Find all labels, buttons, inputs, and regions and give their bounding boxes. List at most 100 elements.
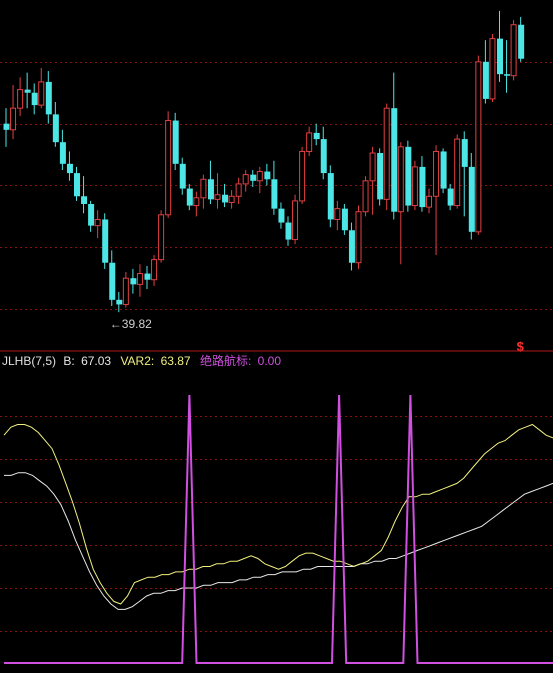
candle-body [151,259,158,281]
b-label: B: [63,354,74,368]
candle [165,111,172,218]
candle-body [235,183,242,197]
candle-body [256,171,263,182]
candle-body [31,92,38,106]
candle [320,126,327,180]
candle [433,145,440,255]
min-price-annotation: ←39.82 [110,317,152,331]
candle-body [362,180,369,213]
candle [391,72,398,220]
candle-body [489,38,496,100]
candle [362,176,369,217]
candle-body [130,278,137,285]
candle-body [17,89,24,109]
candle-body [426,195,432,208]
candle [482,40,489,104]
candle-body [348,230,355,263]
candle [334,200,341,231]
candle [454,134,461,209]
candle [405,140,412,212]
candle-body [38,81,45,106]
candle [264,163,271,186]
candle [461,131,468,217]
candle-body [66,163,73,174]
candle [10,85,17,140]
candle [271,160,278,215]
candle [440,148,447,194]
candle-body [222,194,229,203]
candle-body [74,173,80,197]
candle [130,268,137,294]
candle-body [94,218,101,227]
var2-label: VAR2: [120,354,154,368]
candle [122,272,129,308]
candle [327,165,334,228]
candle-body [355,211,362,264]
candle-body [122,277,129,305]
candle-body [102,219,109,263]
candle-body [59,142,66,164]
candle-body [186,188,193,206]
candle [369,146,376,215]
candle [504,40,511,93]
candle [214,173,221,209]
candle [59,129,66,170]
candle-body [136,273,143,285]
candle-body [440,151,447,189]
candle [235,177,242,204]
candle-body [411,166,418,207]
candle-body [3,123,10,130]
candle [38,68,45,109]
candle-body [81,196,88,204]
beacon-label: 绝路航标: [200,353,251,368]
candle-body [320,139,327,174]
candle-body [482,61,489,99]
candle-body [419,166,426,208]
candle-body [179,163,186,189]
candle [24,72,31,109]
candle [52,102,59,147]
candle [88,200,95,232]
candle-body [391,108,398,212]
candle [17,77,24,116]
candle-body [228,195,235,203]
candle-body [397,146,404,213]
candle-body [468,166,475,232]
candle-body [383,107,390,200]
candle-body [285,222,292,240]
candle-body [497,38,503,75]
candle-body [405,146,412,206]
candle-body [334,208,341,220]
candle-body [10,107,17,131]
candle-body [454,138,461,207]
candlestick-series [3,10,525,313]
candle [207,160,214,204]
candle-body [45,81,52,115]
candle-body [327,173,334,220]
candle-body [475,61,482,233]
candle-body [144,273,151,280]
candle [3,108,10,147]
candle-body [116,299,123,305]
candle-body [447,188,454,206]
candle-body [278,208,285,223]
candle-body [264,171,271,180]
candle [179,157,186,195]
candle [74,166,80,201]
candle-body [88,204,95,226]
candle [45,71,52,124]
candle [489,34,496,102]
candle-body [165,120,172,216]
line-var2 [3,423,553,605]
candle [109,250,116,306]
candle-body [510,24,517,77]
beacon-value: 0.00 [258,354,282,368]
b-value: 67.03 [81,354,111,368]
buy-signal-marker: $ [517,339,525,354]
candle-body [271,179,278,209]
candle [411,160,418,211]
candle [497,10,503,82]
candle [510,20,517,81]
candle [66,151,73,181]
candle-body [377,153,384,200]
